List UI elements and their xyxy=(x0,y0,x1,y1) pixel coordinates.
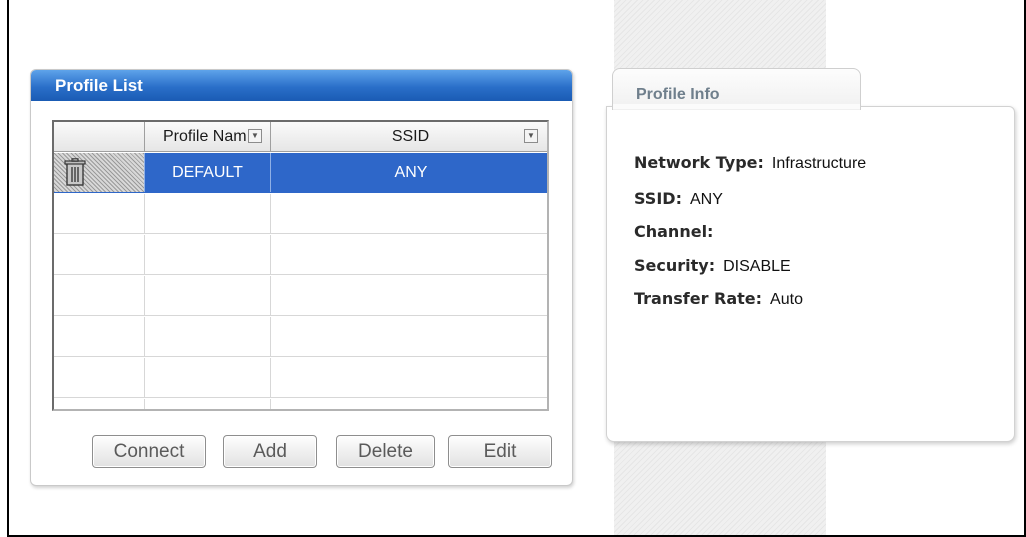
info-security: Security: DISABLE xyxy=(634,256,791,276)
empty-table-row xyxy=(54,235,547,275)
column-header-icon[interactable] xyxy=(54,122,145,152)
sort-dropdown-icon[interactable]: ▼ xyxy=(524,129,538,143)
profile-list-title: Profile List xyxy=(31,70,572,101)
table-row[interactable]: DEFAULT ANY xyxy=(54,153,547,193)
info-ssid: SSID: ANY xyxy=(634,189,723,209)
row-profile-name: DEFAULT xyxy=(145,153,271,192)
info-label: Transfer Rate: xyxy=(634,289,763,308)
info-label: SSID: xyxy=(634,189,682,208)
column-header-profile-name-label: Profile Nam xyxy=(163,128,247,145)
info-label: Channel: xyxy=(634,222,714,241)
add-button[interactable]: Add xyxy=(223,435,317,468)
info-network-type: Network Type: Infrastructure xyxy=(634,153,866,173)
delete-button[interactable]: Delete xyxy=(336,435,435,468)
info-label: Network Type: xyxy=(634,153,764,172)
info-value: DISABLE xyxy=(723,258,791,275)
sort-dropdown-icon[interactable]: ▼ xyxy=(248,129,262,143)
info-label: Security: xyxy=(634,256,716,275)
info-value: ANY xyxy=(689,191,723,208)
info-channel: Channel: xyxy=(634,222,721,242)
info-transfer-rate: Transfer Rate: Auto xyxy=(634,289,803,309)
empty-table-row xyxy=(54,358,547,398)
empty-table-row xyxy=(54,276,547,316)
column-header-ssid-label: SSID xyxy=(391,128,430,145)
profile-list-panel: Profile List Profile Nam ▼ SSID ▼ DEFAUL… xyxy=(30,69,573,486)
row-icon-cell xyxy=(54,153,145,192)
column-header-profile-name[interactable]: Profile Nam ▼ xyxy=(145,122,271,152)
info-value: Infrastructure xyxy=(771,155,867,172)
empty-table-row xyxy=(54,317,547,357)
profile-table: Profile Nam ▼ SSID ▼ DEFAULT ANY xyxy=(52,120,549,411)
tab-profile-info-label: Profile Info xyxy=(636,86,720,103)
info-value: Auto xyxy=(770,291,803,308)
column-header-ssid[interactable]: SSID ▼ xyxy=(271,122,547,152)
connect-button[interactable]: Connect xyxy=(92,435,206,468)
edit-button[interactable]: Edit xyxy=(448,435,552,468)
empty-table-row xyxy=(54,194,547,234)
empty-table-row xyxy=(54,399,547,409)
row-ssid: ANY xyxy=(394,164,428,181)
